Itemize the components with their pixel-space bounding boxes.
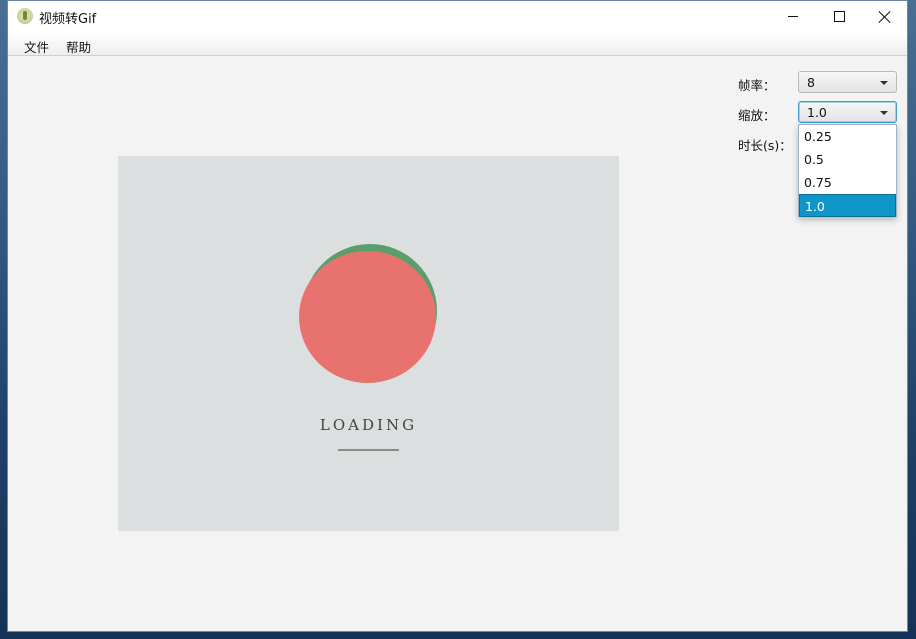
chevron-down-icon: [880, 81, 888, 85]
maximize-icon: [833, 11, 845, 22]
chevron-down-icon: [880, 111, 888, 115]
fps-select[interactable]: 8: [798, 71, 897, 93]
scale-dropdown-list: 0.25 0.5 0.75 1.0: [798, 124, 897, 217]
scale-select[interactable]: 1.0: [798, 101, 897, 123]
scale-option[interactable]: 0.25: [799, 125, 896, 148]
close-button[interactable]: [862, 1, 908, 32]
title-bar[interactable]: 视频转Gif: [8, 1, 907, 32]
scale-option[interactable]: 0.75: [799, 171, 896, 194]
duration-label: 时长(s)：: [738, 138, 792, 153]
maximize-button[interactable]: [816, 1, 862, 32]
menu-file[interactable]: 文件: [24, 37, 49, 56]
loading-text: LOADING: [319, 416, 418, 434]
app-window: 视频转Gif 文件 帮助 LOADING 帧率： 8 缩放： 1.0 时长(s)…: [7, 0, 908, 632]
gif-preview: LOADING: [118, 156, 619, 531]
minimize-button[interactable]: [770, 1, 816, 32]
loader-circle-red: [299, 251, 436, 383]
loading-underline: [338, 449, 399, 451]
window-title: 视频转Gif: [39, 12, 97, 27]
fps-value: 8: [807, 75, 815, 90]
close-icon: [879, 11, 891, 23]
scale-value: 1.0: [807, 105, 827, 120]
scale-option-selected[interactable]: 1.0: [799, 194, 896, 217]
menu-bar: 文件 帮助: [8, 32, 907, 56]
menu-help[interactable]: 帮助: [66, 37, 91, 56]
app-icon: [17, 8, 33, 24]
minimize-icon: [788, 16, 798, 17]
scale-label: 缩放：: [738, 108, 776, 123]
fps-label: 帧率：: [738, 78, 776, 93]
scale-option[interactable]: 0.5: [799, 148, 896, 171]
